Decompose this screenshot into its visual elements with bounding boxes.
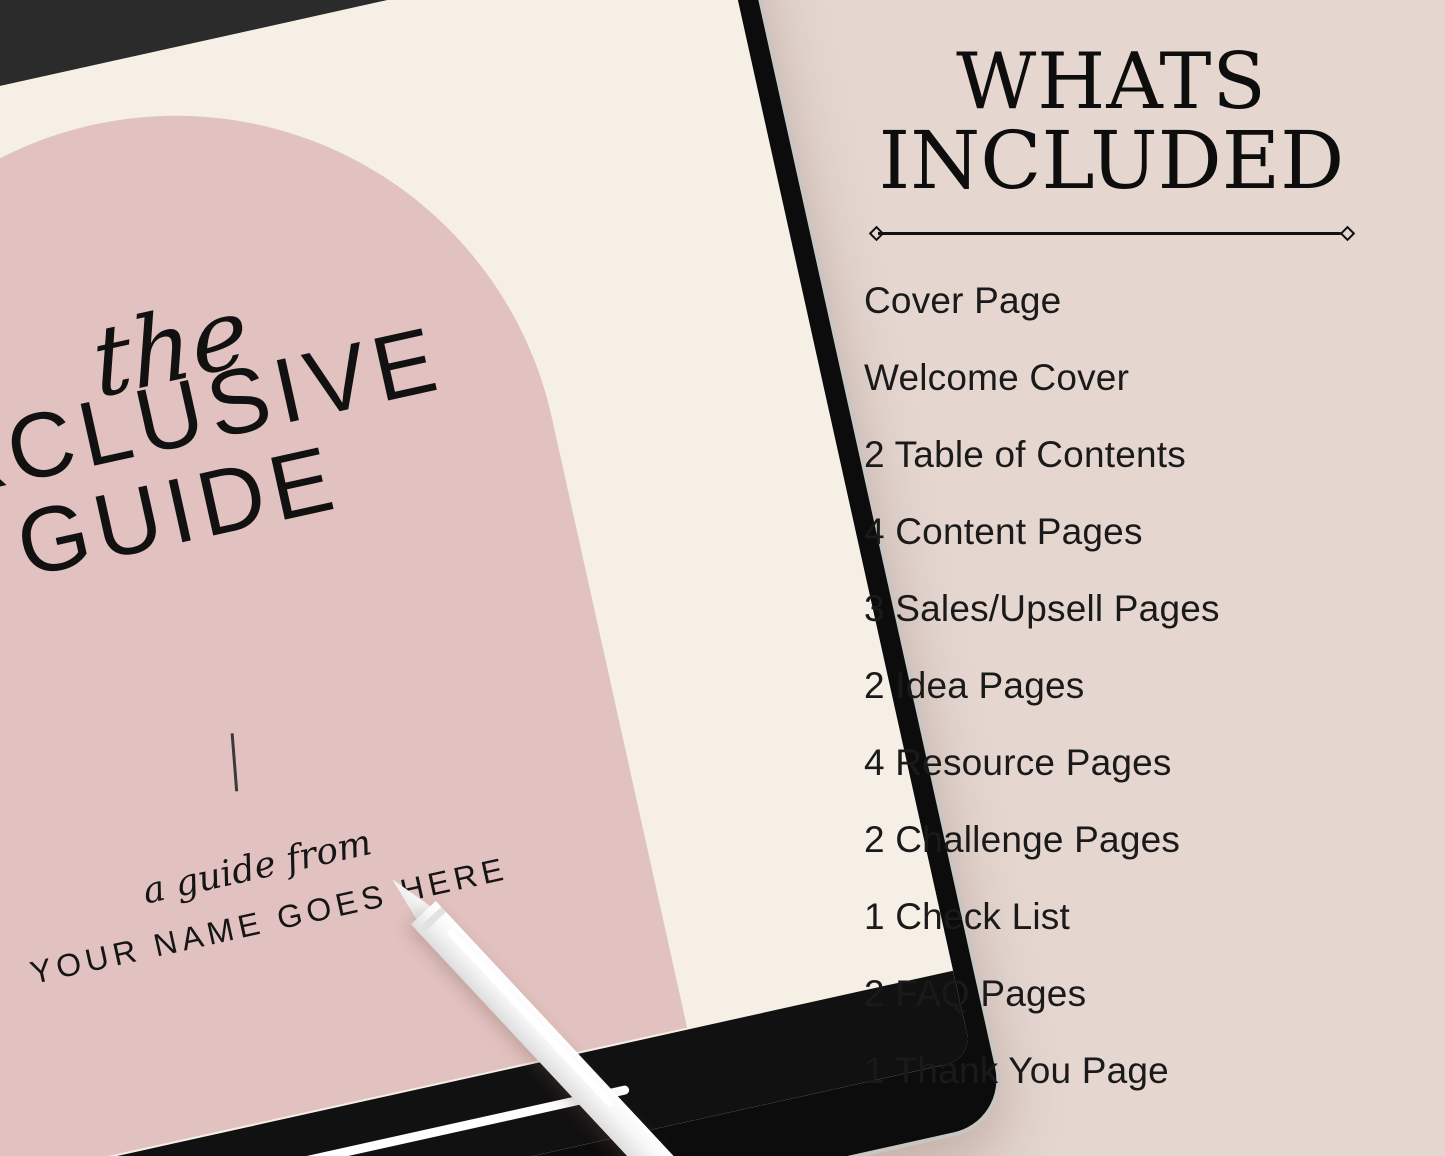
list-item: 2 Challenge Pages <box>864 819 1181 861</box>
promo-graphic: 50% ⚡ <box>0 0 1445 1156</box>
list-item: 3 Sales/Upsell Pages <box>864 588 1220 630</box>
included-items-list: Cover Page Welcome Cover 2 Table of Cont… <box>838 282 1385 1089</box>
cover-title: EXCLUSIVE GUIDE <box>0 291 564 641</box>
cover-text-block: the EXCLUSIVE GUIDE a guide from YOUR NA… <box>0 42 687 1156</box>
list-item: 2 Table of Contents <box>864 434 1186 476</box>
list-item: Welcome Cover <box>864 357 1130 399</box>
list-item: 4 Content Pages <box>864 511 1143 553</box>
cover-divider-tick <box>230 733 238 792</box>
title-divider <box>868 226 1355 242</box>
ebook-cover: the EXCLUSIVE GUIDE a guide from YOUR NA… <box>0 0 954 1156</box>
whats-included-panel: WHATS INCLUDED Cover Page Welcome Cover … <box>820 0 1445 1156</box>
page-title: WHATS INCLUDED <box>838 37 1385 208</box>
cover-byline: a guide from YOUR NAME GOES HERE <box>14 794 511 991</box>
diamond-right-icon <box>1339 226 1355 242</box>
list-item: 2 FAQ Pages <box>864 973 1087 1015</box>
divider-line <box>877 232 1346 235</box>
list-item: 1 Thank You Page <box>864 1050 1169 1092</box>
list-item: Cover Page <box>864 280 1062 322</box>
list-item: 2 Idea Pages <box>864 665 1085 707</box>
page-title-line-2: INCLUDED <box>878 114 1345 208</box>
list-item: 1 Check List <box>864 896 1070 938</box>
page-title-line-1: WHATS <box>956 37 1267 127</box>
list-item: 4 Resource Pages <box>864 742 1172 784</box>
